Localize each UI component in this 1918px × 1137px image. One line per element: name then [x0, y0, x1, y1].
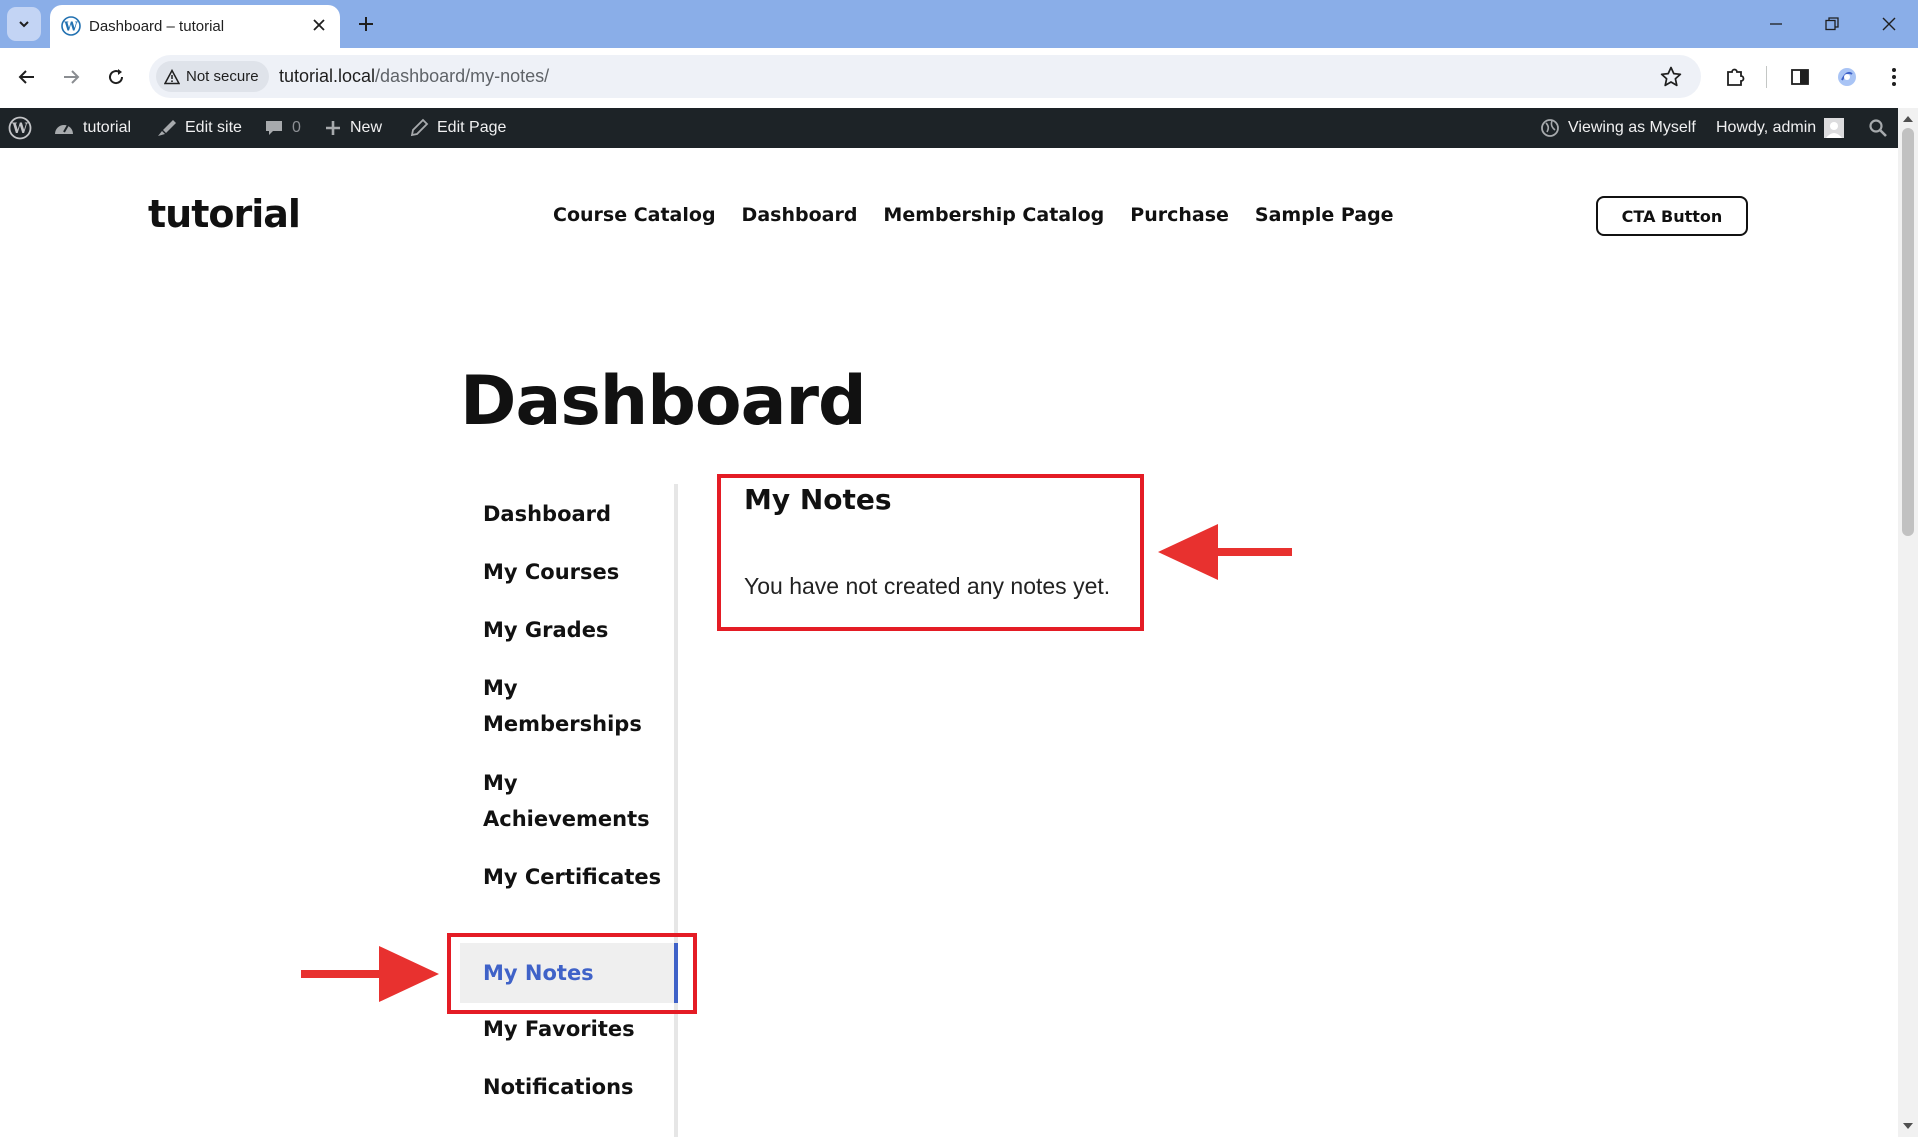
back-button[interactable]: [12, 62, 42, 92]
comment-bubble-icon: [266, 121, 282, 135]
search-icon: [1869, 119, 1887, 137]
scroll-up-arrow-icon[interactable]: [1898, 110, 1918, 128]
wordpress-logo-icon: W: [8, 116, 32, 140]
admin-bar-site-label: tutorial: [83, 119, 132, 136]
new-label: New: [350, 119, 383, 136]
arrow-right-icon: [64, 70, 80, 84]
extensions-button[interactable]: [1721, 63, 1749, 91]
scroll-down-arrow-icon[interactable]: [1898, 1117, 1918, 1135]
sidebar-item-my-courses[interactable]: My Courses: [483, 554, 668, 590]
restore-window-button[interactable]: [1818, 10, 1846, 38]
restore-icon: [1825, 17, 1839, 31]
highlight-box-content: [717, 474, 1144, 631]
plus-icon: [326, 121, 340, 135]
edit-site-label: Edit site: [185, 119, 242, 136]
admin-bar-search[interactable]: [1868, 108, 1888, 148]
tab-title: Dashboard – tutorial: [89, 18, 225, 35]
sidebar-item-my-grades[interactable]: My Grades: [483, 612, 668, 648]
tab-search-dropdown[interactable]: [7, 7, 41, 41]
dashboard-sidebar-menu: Dashboard My Courses My Grades My Member…: [460, 484, 678, 1137]
browser-menu-button[interactable]: [1880, 63, 1908, 91]
chevron-down-icon: [19, 21, 29, 28]
security-label: Not secure: [186, 68, 259, 85]
star-bookmark-icon[interactable]: [1659, 65, 1683, 89]
forward-button[interactable]: [56, 62, 86, 92]
howdy-label: Howdy, admin: [1716, 119, 1817, 136]
site-logo[interactable]: tutorial: [148, 192, 301, 236]
sidebar-item-my-favorites[interactable]: My Favorites: [483, 1011, 668, 1047]
plus-icon: [359, 17, 373, 31]
wp-logo-menu[interactable]: W: [8, 108, 32, 148]
arrow-left-icon: [1158, 524, 1292, 580]
svg-text:W: W: [11, 121, 28, 137]
reload-button[interactable]: [101, 62, 131, 92]
edit-page-label: Edit Page: [437, 119, 507, 136]
warning-triangle-icon: [164, 68, 180, 84]
highlight-box-menu-item: [447, 933, 697, 1014]
kebab-menu-icon: [1892, 68, 1896, 86]
arrow-left-icon: [18, 70, 34, 84]
profile-avatar-icon: [1838, 68, 1856, 86]
close-window-button[interactable]: [1875, 10, 1903, 38]
admin-bar-comments[interactable]: 0: [264, 108, 301, 148]
nav-purchase[interactable]: Purchase: [1130, 204, 1229, 226]
toolbar-divider: [1766, 66, 1767, 88]
wp-admin-bar: W tutorial Edit site 0 New Edit Page Vie…: [0, 108, 1898, 148]
nav-sample-page[interactable]: Sample Page: [1255, 204, 1394, 226]
admin-bar-new[interactable]: New: [324, 108, 382, 148]
url-path: /dashboard/my-notes/: [375, 66, 550, 86]
sidebar-item-notifications[interactable]: Notifications: [483, 1069, 668, 1105]
side-panel-button[interactable]: [1786, 63, 1814, 91]
svg-text:W: W: [63, 20, 78, 34]
nav-membership-catalog[interactable]: Membership Catalog: [883, 204, 1104, 226]
close-tab-icon[interactable]: [308, 14, 330, 36]
url-host: tutorial.local: [279, 66, 376, 86]
sidebar-item-my-memberships[interactable]: My Memberships: [483, 670, 668, 742]
url-text[interactable]: tutorial.local/dashboard/my-notes/: [279, 66, 549, 87]
nav-dashboard[interactable]: Dashboard: [742, 204, 858, 226]
minimize-window-button[interactable]: [1762, 10, 1790, 38]
wordpress-icon: W: [61, 16, 81, 36]
page-scrollbar[interactable]: [1898, 108, 1918, 1137]
admin-bar-viewing-as[interactable]: Viewing as Myself: [1540, 108, 1696, 148]
minimize-icon: [1770, 23, 1782, 25]
address-bar[interactable]: Not secure tutorial.local/dashboard/my-n…: [149, 55, 1701, 98]
page-title: Dashboard: [460, 362, 867, 441]
viewing-as-label: Viewing as Myself: [1568, 119, 1696, 136]
arrow-right-icon: [301, 946, 439, 1002]
avatar-icon: [1824, 118, 1845, 138]
browser-toolbar: Not secure tutorial.local/dashboard/my-n…: [0, 48, 1918, 108]
pencil-icon: [410, 118, 429, 137]
admin-bar-edit-site[interactable]: Edit site: [155, 108, 242, 148]
dashboard-gauge-icon: [55, 124, 73, 134]
profile-button[interactable]: [1833, 63, 1861, 91]
comments-count: 0: [292, 119, 301, 136]
side-panel-icon: [1791, 69, 1809, 85]
reload-icon: [109, 69, 124, 85]
security-chip[interactable]: Not secure: [156, 61, 269, 92]
sidebar-item-my-certificates[interactable]: My Certificates: [483, 859, 668, 895]
browser-tab-strip: W Dashboard – tutorial: [0, 0, 1918, 48]
main-navigation: Course Catalog Dashboard Membership Cata…: [553, 204, 1394, 226]
brush-icon: [158, 120, 176, 136]
sidebar-item-my-achievements[interactable]: My Achievements: [483, 765, 668, 837]
nav-course-catalog[interactable]: Course Catalog: [553, 204, 716, 226]
cta-button[interactable]: CTA Button: [1596, 196, 1748, 236]
sidebar-item-dashboard[interactable]: Dashboard: [483, 496, 668, 532]
close-icon: [1882, 17, 1896, 31]
admin-bar-site-name[interactable]: tutorial: [53, 108, 131, 148]
new-tab-button[interactable]: [352, 10, 380, 38]
scrollbar-thumb[interactable]: [1902, 128, 1914, 536]
puzzle-piece-icon: [1727, 68, 1745, 86]
browser-tab-active[interactable]: W Dashboard – tutorial: [50, 5, 340, 48]
admin-bar-my-account[interactable]: Howdy, admin: [1716, 108, 1845, 148]
globe-icon: [1541, 119, 1559, 137]
admin-bar-edit-page[interactable]: Edit Page: [409, 108, 506, 148]
